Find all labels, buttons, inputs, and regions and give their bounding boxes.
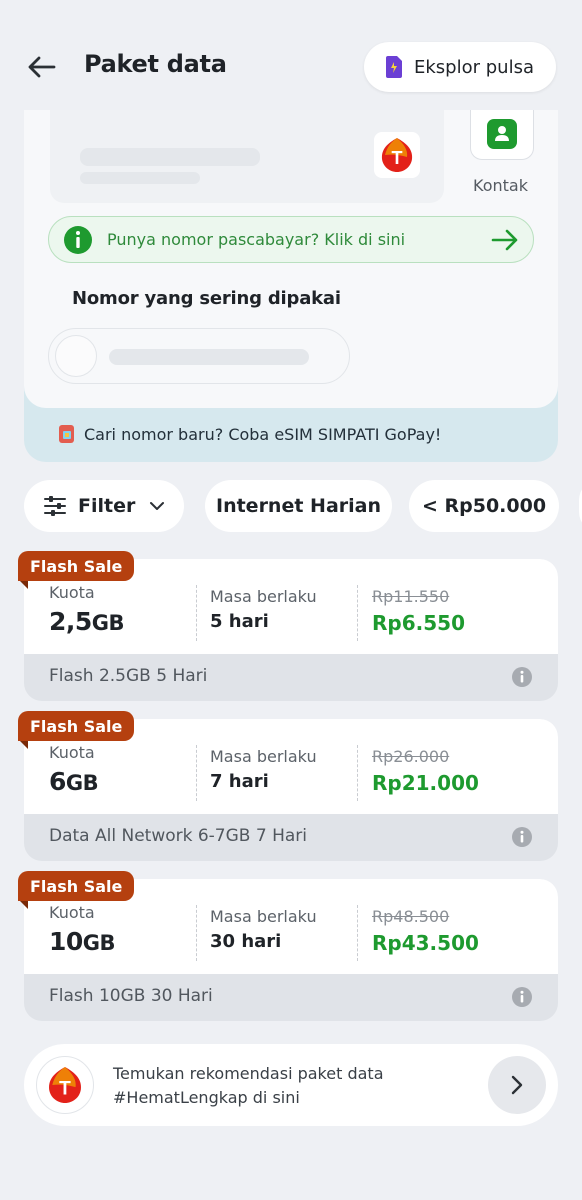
package-name: Data All Network 6-7GB 7 Hari [49,826,307,846]
info-icon[interactable] [512,667,532,687]
sale-price: Rp6.550 [372,611,465,635]
blurred-operator [80,172,200,184]
esim-icon [59,425,74,443]
recommendation-text: Temukan rekomendasi paket data #HematLen… [113,1062,384,1110]
flash-sale-badge: Flash Sale [18,871,135,901]
info-icon[interactable] [512,987,532,1007]
sale-price: Rp21.000 [372,771,479,795]
package-card[interactable]: Flash Sale Kuota 2,5GB Masa berlaku 5 ha… [18,551,558,701]
validity-value: 7 hari [210,771,269,792]
original-price: Rp26.000 [372,747,450,766]
chevron-down-icon [150,502,165,510]
filter-label: Filter [78,495,136,517]
divider [357,905,358,961]
filter-sliders-icon [44,496,66,516]
divider [196,585,197,641]
divider [357,745,358,801]
divider [196,745,197,801]
avatar [55,335,97,377]
blurred-number [80,148,260,166]
page-title: Paket data [84,50,227,78]
chip-price-under-50000[interactable]: < Rp50.000 [409,480,559,532]
chevron-right-icon [511,1075,523,1095]
chip-price-label: < Rp50.000 [421,495,547,517]
chip-internet-harian-label: Internet Harian [216,495,381,517]
info-icon[interactable] [512,827,532,847]
validity-label: Masa berlaku [210,747,317,766]
recommendation-banner[interactable]: T Temukan rekomendasi paket data #HematL… [24,1044,558,1126]
pascabayar-banner[interactable]: Punya nomor pascabayar? Klik di sini [48,216,534,263]
operator-logo: T [374,132,420,178]
divider [357,585,358,641]
package-name: Flash 10GB 30 Hari [49,986,213,1006]
filter-chips-row: Filter Internet Harian < Rp50.000 [24,480,582,532]
quota-value: 10GB [49,927,116,956]
original-price: Rp11.550 [372,587,450,606]
flash-sale-badge: Flash Sale [18,551,135,581]
quota-value: 2,5GB [49,607,125,636]
divider [196,905,197,961]
quota-label: Kuota [49,743,95,762]
back-button[interactable] [24,50,58,84]
package-name: Flash 2.5GB 5 Hari [49,666,208,686]
quota-label: Kuota [49,903,95,922]
filter-button[interactable]: Filter [24,480,184,532]
sale-price: Rp43.500 [372,931,479,955]
recommendation-line-2: #HematLengkap di sini [113,1088,300,1107]
svg-text:T: T [392,148,403,168]
telkomsel-logo: T [381,138,413,172]
eksplor-pulsa-button[interactable]: Eksplor pulsa [364,42,556,92]
svg-text:T: T [59,1079,71,1100]
package-card[interactable]: Flash Sale Kuota 6GB Masa berlaku 7 hari… [18,711,558,861]
esim-promo[interactable]: Cari nomor baru? Coba eSIM SIMPATI GoPay… [58,424,441,444]
info-icon [64,225,92,254]
blurred-frequent-number [109,349,309,365]
frequent-numbers-title: Nomor yang sering dipakai [72,288,341,309]
chip-internet-harian[interactable]: Internet Harian [205,480,392,532]
telkomsel-logo: T [49,1067,81,1103]
frequent-number-chip[interactable] [48,328,350,384]
flash-sale-badge: Flash Sale [18,711,135,741]
recommendation-next-button[interactable] [488,1056,546,1114]
validity-value: 30 hari [210,931,282,952]
recommendation-line-1: Temukan rekomendasi paket data [113,1064,384,1083]
telkomsel-logo-badge: T [36,1056,94,1114]
arrow-right-icon [491,229,518,250]
validity-value: 5 hari [210,611,269,632]
sim-card-icon [386,56,402,78]
validity-label: Masa berlaku [210,907,317,926]
top-app-bar: Paket data Eksplor pulsa [0,0,582,110]
eksplor-pulsa-label: Eksplor pulsa [414,56,534,78]
package-card[interactable]: Flash Sale Kuota 10GB Masa berlaku 30 ha… [18,871,558,1021]
original-price: Rp48.500 [372,907,450,926]
contact-button[interactable] [470,108,534,160]
pascabayar-text: Punya nomor pascabayar? Klik di sini [107,230,406,249]
contact-icon [487,118,517,149]
back-arrow-icon [28,56,56,78]
quota-value: 6GB [49,767,99,796]
validity-label: Masa berlaku [210,587,317,606]
contact-label: Kontak [473,176,528,195]
quota-label: Kuota [49,583,95,602]
esim-promo-text: Cari nomor baru? Coba eSIM SIMPATI GoPay… [84,424,442,444]
